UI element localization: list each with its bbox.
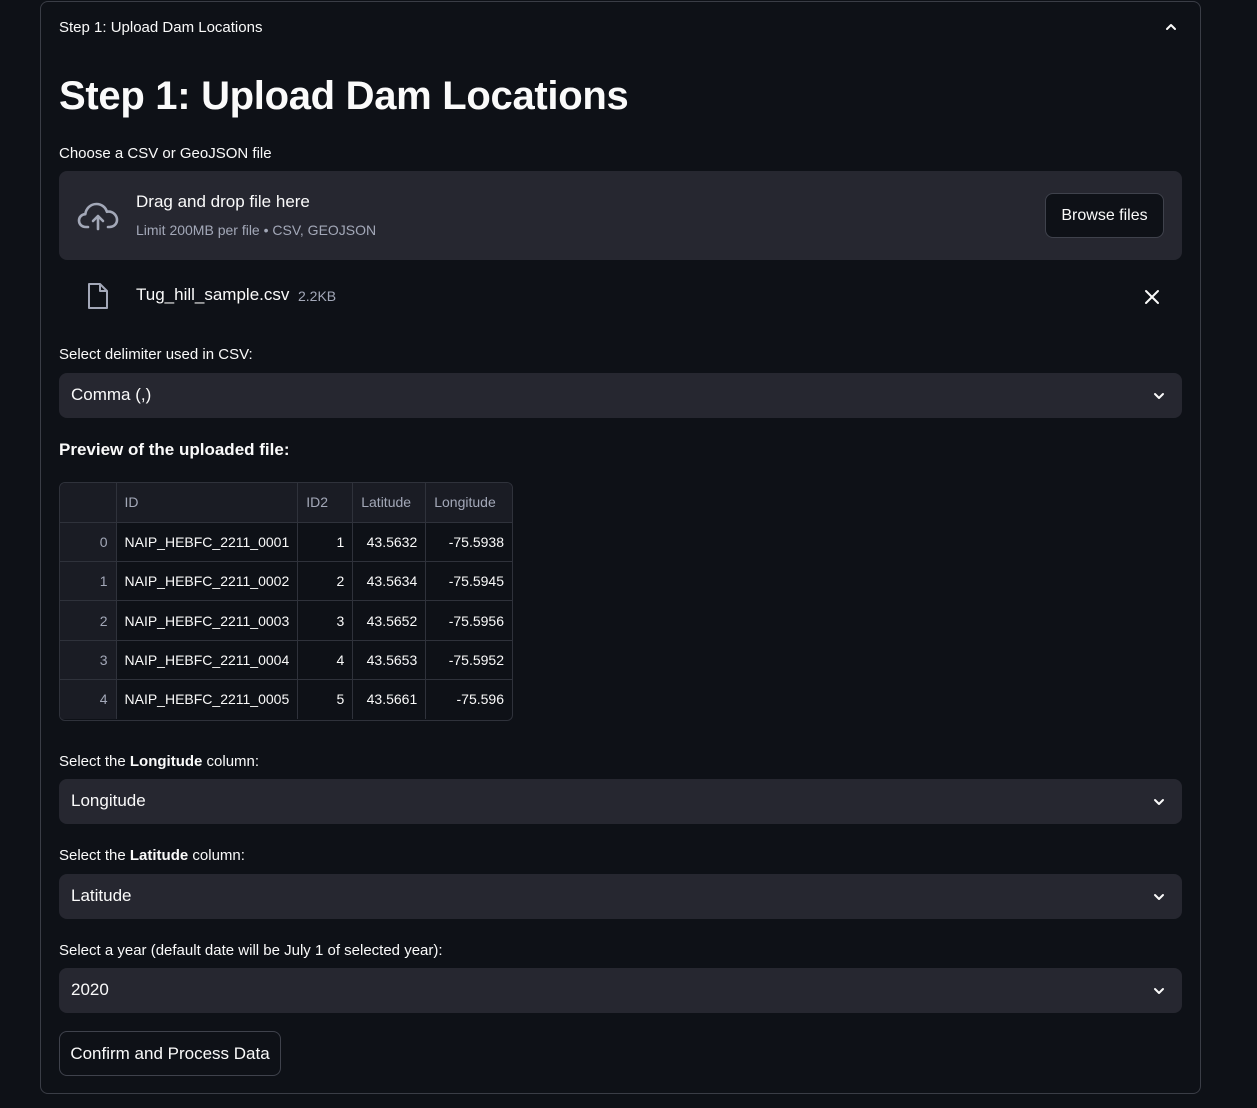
browse-files-button[interactable]: Browse files <box>1045 193 1164 238</box>
expander-header[interactable]: Step 1: Upload Dam Locations <box>59 19 262 36</box>
table-row: 4 NAIP_HEBFC_2211_0005 5 43.5661 -75.596 <box>60 679 512 719</box>
longitude-select-value: Longitude <box>71 791 146 810</box>
year-select[interactable]: 2020 <box>59 968 1182 1013</box>
column-header-latitude[interactable]: Latitude <box>352 483 427 523</box>
table-header-row: ID ID2 Latitude Longitude <box>60 483 512 523</box>
delimiter-select[interactable]: Comma (,) <box>59 373 1182 418</box>
table-row: 2 NAIP_HEBFC_2211_0003 3 43.5652 -75.595… <box>60 600 512 641</box>
cell-id2: 5 <box>297 679 354 719</box>
cell-latitude: 43.5661 <box>352 679 427 719</box>
uploaded-file-size: 2.2KB <box>298 288 337 304</box>
chevron-up-icon[interactable] <box>1164 20 1178 34</box>
dropzone-title: Drag and drop file here <box>136 192 310 211</box>
cell-id: NAIP_HEBFC_2211_0003 <box>116 600 299 641</box>
latitude-label: Select the Latitude column: <box>59 847 245 864</box>
latitude-label-post: column: <box>188 847 245 864</box>
longitude-label-pre: Select the <box>59 753 130 770</box>
dropzone-limit-text: Limit 200MB per file • CSV, GEOJSON <box>136 222 377 238</box>
longitude-label: Select the Longitude column: <box>59 753 259 770</box>
cell-longitude: -75.596 <box>456 691 504 708</box>
column-header-longitude[interactable]: Longitude <box>425 483 512 523</box>
chevron-down-icon <box>1154 799 1164 805</box>
row-index: 3 <box>60 640 117 680</box>
table-row: 3 NAIP_HEBFC_2211_0004 4 43.5653 -75.595… <box>60 640 512 680</box>
cell-id: NAIP_HEBFC_2211_0001 <box>116 522 299 563</box>
cell-id2: 3 <box>297 600 354 641</box>
file-icon <box>88 283 108 309</box>
longitude-label-bold: Longitude <box>129 753 203 770</box>
latitude-select-value: Latitude <box>71 886 132 905</box>
cell-id: NAIP_HEBFC_2211_0005 <box>116 679 299 719</box>
row-index: 2 <box>60 600 117 641</box>
table-row: 0 NAIP_HEBFC_2211_0001 1 43.5632 -75.593… <box>60 522 512 563</box>
column-header-id2[interactable]: ID2 <box>297 483 354 523</box>
latitude-label-bold: Latitude <box>129 847 189 864</box>
step1-expander: Step 1: Upload Dam Locations Step 1: Upl… <box>40 1 1201 1094</box>
latitude-column-select[interactable]: Latitude <box>59 874 1182 919</box>
cell-id: NAIP_HEBFC_2211_0002 <box>116 561 299 602</box>
chevron-down-icon <box>1154 894 1164 900</box>
row-index: 1 <box>60 561 117 602</box>
uploaded-file-name: Tug_hill_sample.csv <box>136 285 290 304</box>
cell-id2: 2 <box>297 561 354 602</box>
cell-latitude: 43.5652 <box>352 600 427 641</box>
longitude-column-select[interactable]: Longitude <box>59 779 1182 824</box>
cell-latitude: 43.5634 <box>352 561 427 602</box>
delimiter-select-value: Comma (,) <box>71 385 152 404</box>
chevron-down-icon <box>1154 393 1164 399</box>
cell-id2: 4 <box>297 640 354 680</box>
cell-latitude: 43.5653 <box>352 640 427 680</box>
cell-longitude: -75.5945 <box>425 561 512 602</box>
uploader-label: Choose a CSV or GeoJSON file <box>59 145 272 162</box>
close-icon[interactable] <box>1144 289 1160 305</box>
cloud-upload-icon <box>77 202 119 231</box>
row-index: 4 <box>60 679 117 719</box>
cell-id2: 1 <box>297 522 354 563</box>
cell-id: NAIP_HEBFC_2211_0004 <box>116 640 299 680</box>
row-index: 0 <box>60 522 117 563</box>
table-row: 1 NAIP_HEBFC_2211_0002 2 43.5634 -75.594… <box>60 561 512 602</box>
delimiter-label: Select delimiter used in CSV: <box>59 346 253 363</box>
preview-table[interactable]: ID ID2 Latitude Longitude 0 NAIP_HEBFC_2… <box>59 482 513 721</box>
chevron-down-icon <box>1154 988 1164 994</box>
preview-title: Preview of the uploaded file: <box>59 440 290 459</box>
year-label: Select a year (default date will be July… <box>59 942 443 959</box>
uploaded-file-row: Tug_hill_sample.csv 2.2KB <box>59 277 1182 317</box>
file-dropzone[interactable]: Drag and drop file here Limit 200MB per … <box>59 171 1182 260</box>
longitude-label-post: column: <box>202 753 260 770</box>
column-header-index[interactable] <box>60 483 117 523</box>
column-header-id[interactable]: ID <box>116 483 299 523</box>
confirm-process-button[interactable]: Confirm and Process Data <box>59 1031 281 1076</box>
year-select-value: 2020 <box>71 980 109 999</box>
latitude-label-pre: Select the <box>59 847 130 864</box>
page-title: Step 1: Upload Dam Locations <box>59 74 629 118</box>
cell-longitude: -75.5956 <box>425 600 512 641</box>
cell-latitude: 43.5632 <box>352 522 427 563</box>
cell-longitude: -75.5938 <box>425 522 512 563</box>
cell-longitude: -75.5952 <box>425 640 512 680</box>
